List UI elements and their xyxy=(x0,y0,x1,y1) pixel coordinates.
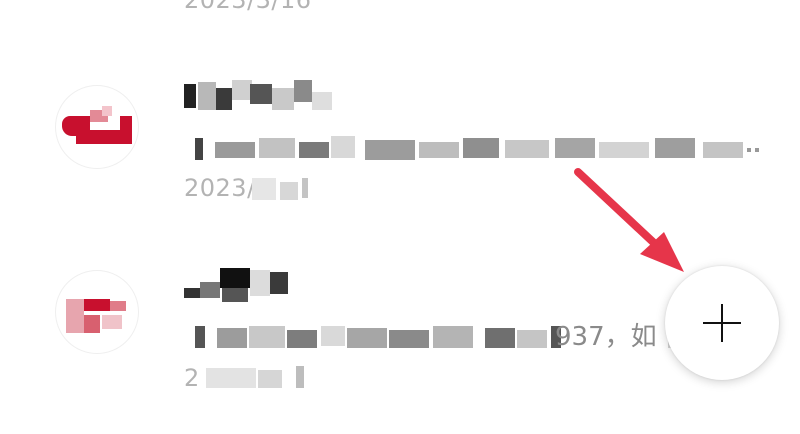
add-button[interactable] xyxy=(665,266,779,380)
annotation-arrow xyxy=(574,168,684,272)
